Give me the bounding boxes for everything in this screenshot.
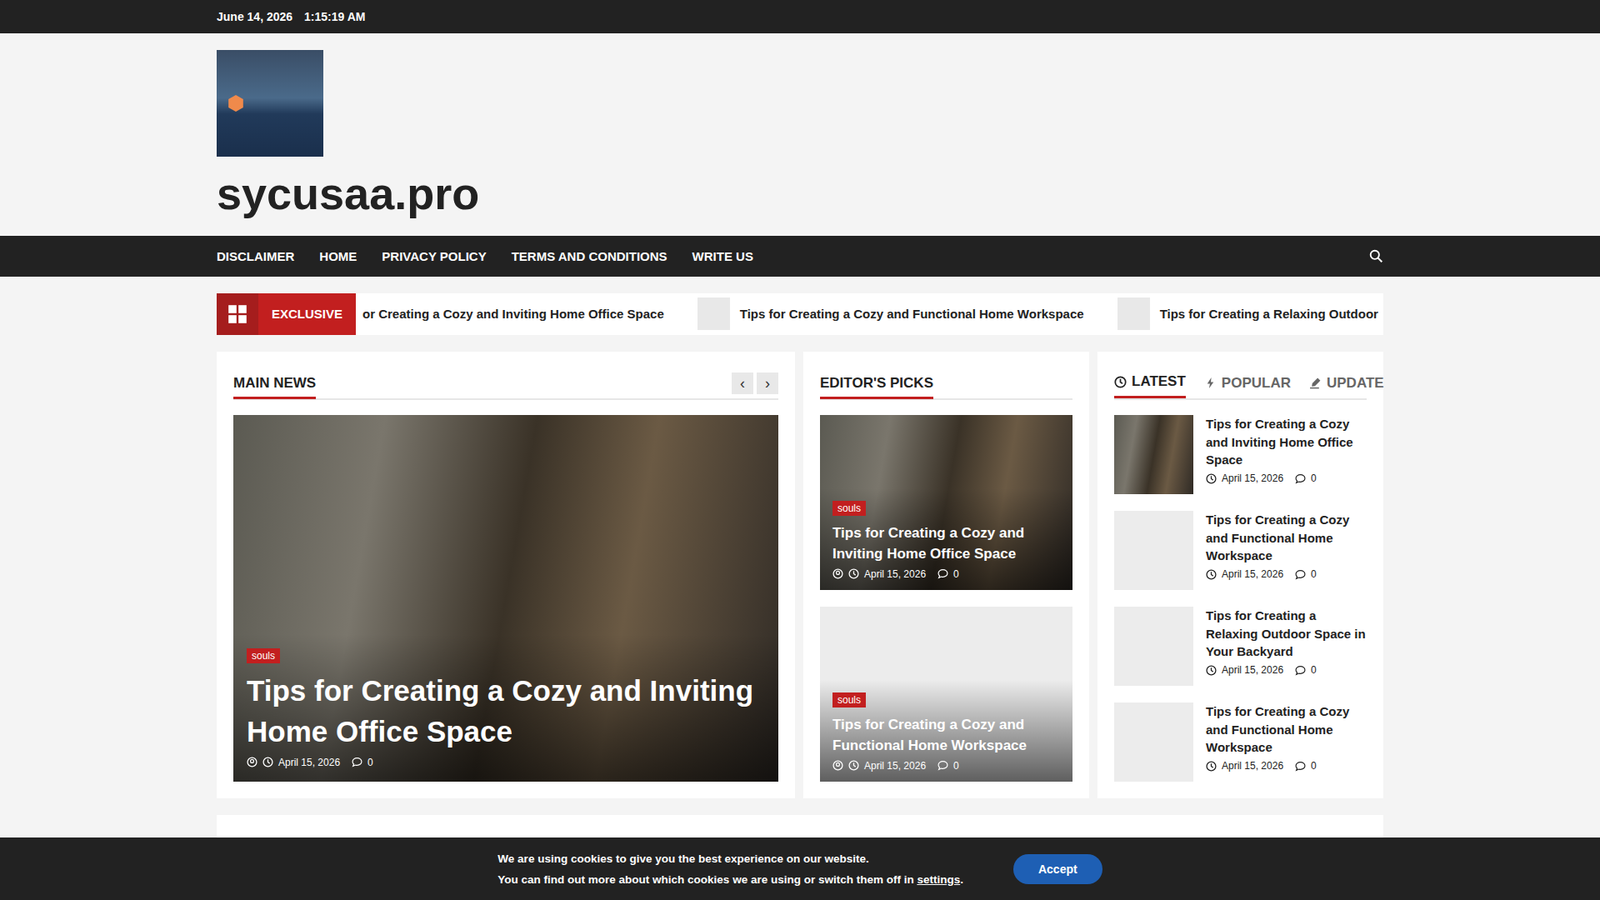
ticker-icon-box [216, 293, 259, 335]
latest-thumb[interactable] [1114, 702, 1194, 782]
time: 1:15:19 AM [304, 10, 365, 24]
date: June 14, 2026 [216, 10, 293, 24]
pick-title[interactable]: Tips for Creating a Cozy and Functional … [832, 714, 1060, 757]
pick-title[interactable]: Tips for Creating a Cozy and Inviting Ho… [832, 522, 1060, 565]
ticker-item[interactable]: Tips for Creating a Relaxing Outdoor [1117, 297, 1379, 330]
pick-card[interactable]: souls Tips for Creating a Cozy and Inviti… [820, 415, 1073, 590]
latest-title[interactable]: Tips for Creating a Cozy and Functional … [1205, 510, 1367, 565]
ticker-thumb [697, 297, 730, 330]
search-icon[interactable] [1369, 249, 1384, 264]
latest-thumb[interactable] [1114, 606, 1194, 686]
news-ticker: EXCLUSIVE or Creating a Cozy and Inviting… [216, 293, 1384, 335]
clock-icon [848, 760, 860, 771]
clock-icon [1205, 569, 1217, 580]
comment-icon [1295, 760, 1306, 772]
bolt-icon [1204, 376, 1217, 390]
ticker-item[interactable]: Tips for Creating a Cozy and Functional … [697, 297, 1085, 330]
author-icon [246, 756, 258, 768]
category-tag[interactable]: souls [832, 692, 866, 708]
site-title[interactable]: sycusaa.pro [216, 166, 1384, 221]
latest-title[interactable]: Tips for Creating a Cozy and Inviting Ho… [1205, 415, 1367, 470]
clock-icon [1114, 375, 1127, 389]
post-date: April 15, 2026 [1221, 568, 1284, 580]
cookie-message: You can find out more about which cookie… [497, 873, 964, 886]
comment-count[interactable]: 0 [1310, 664, 1317, 676]
settings-link[interactable]: settings [916, 873, 960, 886]
clock-icon [848, 568, 860, 580]
latest-item[interactable]: Tips for Creating a Cozy and Functional … [1114, 510, 1367, 590]
latest-tabs-panel: LATEST POPULAR UPDATE Tips for Creating a C… [1097, 351, 1384, 799]
section-title: EDITOR'S PICKS [820, 369, 934, 400]
slide-title[interactable]: Tips for Creating a Cozy and Inviting Ho… [246, 670, 765, 752]
post-date: April 15, 2026 [1221, 472, 1284, 485]
pick-card[interactable]: souls Tips for Creating a Cozy and Functi… [820, 606, 1073, 782]
tab[interactable]: POPULAR [1204, 368, 1291, 399]
next-button[interactable]: › [756, 372, 779, 395]
logo-hexagon-icon [226, 94, 245, 113]
comment-icon [937, 568, 949, 580]
comment-count[interactable]: 0 [1310, 472, 1317, 485]
top-bar: June 14, 2026 1:15:19 AM [0, 0, 1600, 34]
post-date: April 15, 2026 [278, 756, 340, 769]
logo[interactable] [216, 50, 324, 157]
comment-icon [1295, 665, 1306, 676]
cookie-message: We are using cookies to give you the bes… [497, 852, 964, 865]
clock-icon [262, 756, 274, 768]
latest-item[interactable]: Tips for Creating a Relaxing Outdoor Spa… [1114, 606, 1367, 686]
nav-item[interactable]: DISCLAIMER [216, 249, 295, 264]
latest-item[interactable]: Tips for Creating a Cozy and Functional … [1114, 702, 1367, 782]
ticker-thumb [1117, 297, 1150, 330]
tab-bar: LATESTPOPULARUPDATE [1114, 368, 1367, 400]
comment-icon [937, 760, 949, 771]
category-tag[interactable]: souls [246, 648, 280, 664]
main-slide[interactable]: souls Tips for Creating a Cozy and Inviti… [233, 415, 779, 782]
main-news: MAIN NEWS ‹› souls Tips for Creating a Cozy… [216, 351, 795, 799]
editors-picks: EDITOR'S PICKS souls Tips for Creating a C… [803, 351, 1090, 799]
comment-count[interactable]: 0 [953, 760, 960, 772]
clock-icon [1205, 473, 1217, 485]
comment-count[interactable]: 0 [1310, 760, 1317, 772]
ticker-label: EXCLUSIVE [258, 293, 356, 335]
latest-title[interactable]: Tips for Creating a Cozy and Functional … [1205, 702, 1367, 757]
pen-icon [1309, 376, 1322, 390]
comment-count[interactable]: 0 [1310, 568, 1317, 580]
main-nav: DISCLAIMER HOME PRIVACY POLICY TERMS AND CO… [0, 235, 1600, 277]
comment-icon [1295, 569, 1306, 580]
clock-icon [1205, 665, 1217, 676]
category-tag[interactable]: souls [832, 500, 866, 516]
latest-thumb[interactable] [1114, 510, 1194, 590]
nav-item[interactable]: TERMS AND CONDITIONS [511, 249, 668, 264]
comment-count[interactable]: 0 [953, 568, 960, 580]
clock-icon [1205, 760, 1217, 772]
post-date: April 15, 2026 [864, 760, 926, 772]
comment-icon [1295, 473, 1306, 485]
nav-item[interactable]: WRITE US [692, 249, 754, 264]
tab[interactable]: UPDATE [1309, 368, 1385, 399]
latest-item[interactable]: Tips for Creating a Cozy and Inviting Ho… [1114, 415, 1367, 495]
author-icon [832, 760, 844, 771]
comment-icon [351, 756, 363, 768]
tab[interactable]: LATEST [1114, 368, 1186, 399]
post-date: April 15, 2026 [864, 568, 926, 580]
author-icon [832, 568, 844, 580]
nav-item[interactable]: HOME [319, 249, 357, 264]
post-date: April 15, 2026 [1221, 664, 1284, 676]
grid-icon [227, 304, 248, 325]
latest-thumb[interactable] [1114, 415, 1194, 495]
post-date: April 15, 2026 [1221, 760, 1284, 772]
header: sycusaa.pro [0, 33, 1600, 236]
ticker-item[interactable]: or Creating a Cozy and Inviting Home Off… [362, 306, 665, 321]
comment-count[interactable]: 0 [367, 756, 374, 769]
accept-button[interactable]: Accept [1013, 854, 1103, 885]
prev-button[interactable]: ‹ [731, 372, 754, 395]
latest-title[interactable]: Tips for Creating a Relaxing Outdoor Spa… [1205, 606, 1367, 661]
section-title: MAIN NEWS [233, 369, 316, 400]
nav-item[interactable]: PRIVACY POLICY [381, 249, 486, 264]
cookie-bar: We are using cookies to give you the bes… [0, 837, 1600, 900]
page: June 14, 2026 1:15:19 AM sycusaa.pro DISCLA… [0, 0, 1600, 900]
